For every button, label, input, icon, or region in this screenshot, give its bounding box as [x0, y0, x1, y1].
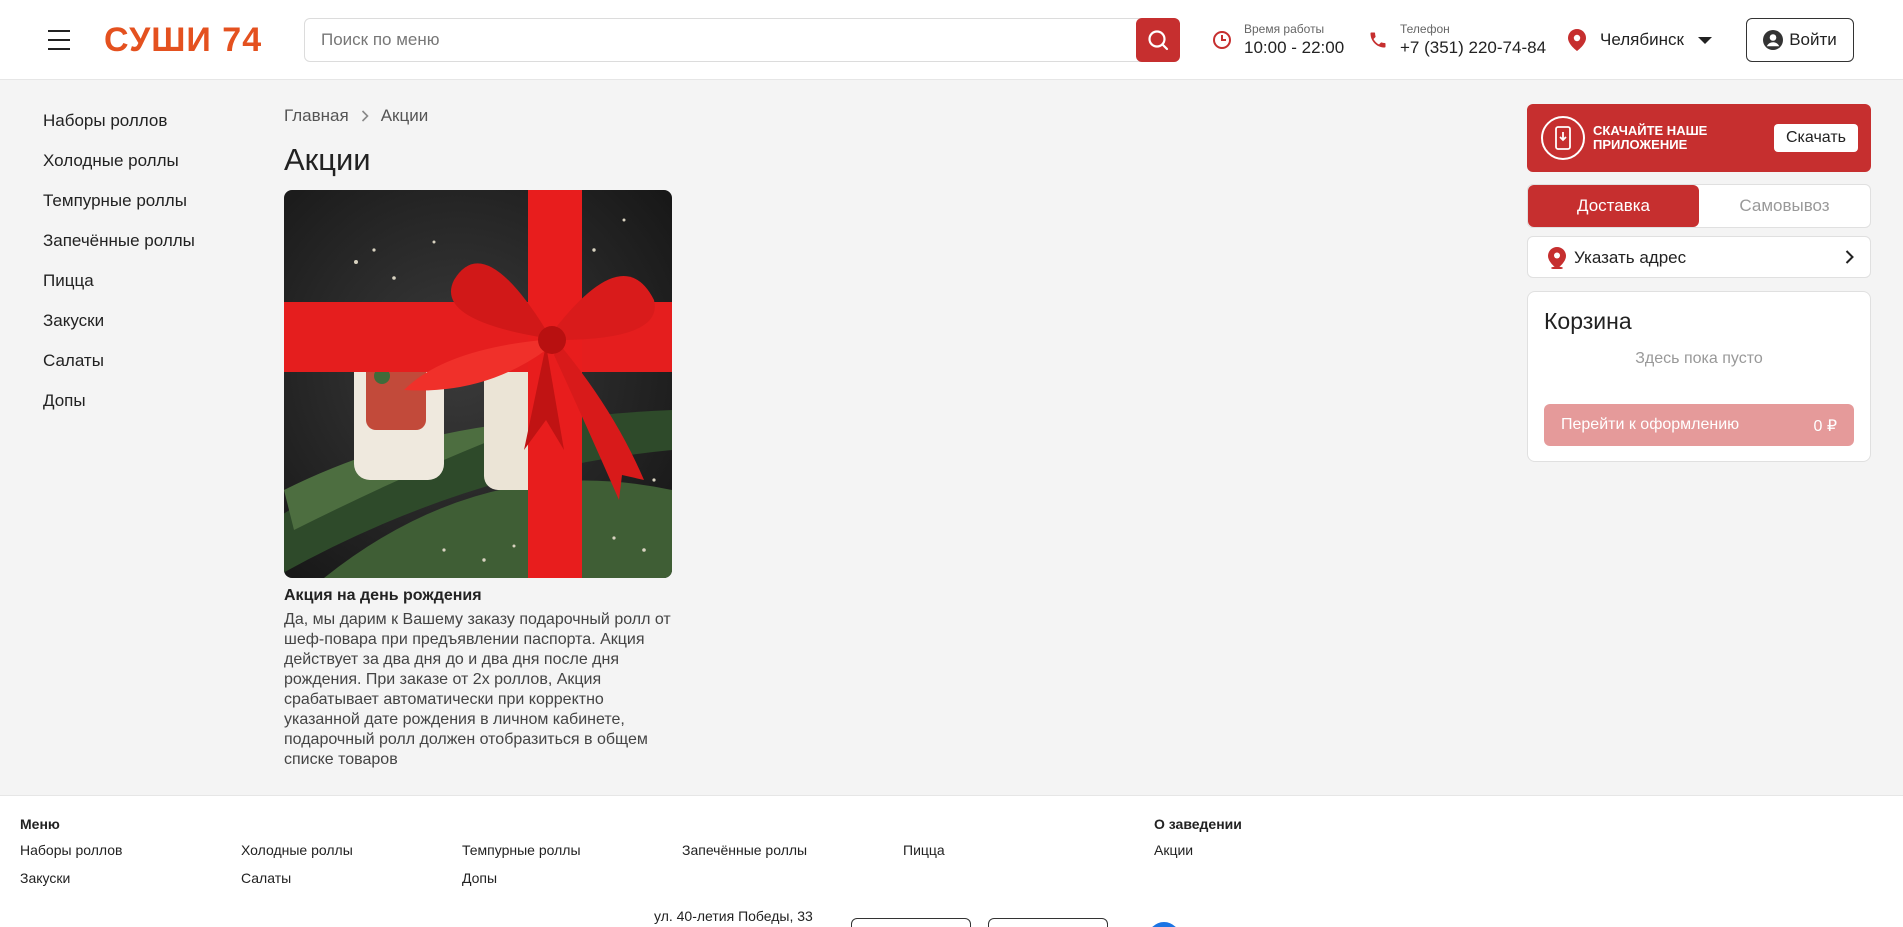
footer-address: ул. 40-летия Победы, 33	[654, 908, 813, 924]
promo-title: Акция на день рождения	[284, 587, 482, 604]
footer-link-extras[interactable]: Допы	[462, 870, 497, 886]
tab-pickup[interactable]: Самовывоз	[1699, 185, 1870, 227]
sidebar-item-extras[interactable]: Допы	[43, 390, 195, 430]
order-type-tabs: Доставка Самовывоз	[1527, 184, 1871, 228]
sidebar-item-roll-sets[interactable]: Наборы роллов	[43, 110, 195, 150]
chevron-right-icon	[361, 110, 369, 122]
cart-total: 0 ₽	[1813, 418, 1837, 435]
chevron-right-icon	[1845, 250, 1854, 264]
checkout-label: Перейти к оформлению	[1561, 416, 1740, 433]
city-name: Челябинск	[1600, 30, 1684, 49]
phone-label: Телефон	[1400, 22, 1450, 36]
cart-empty-message: Здесь пока пусто	[1635, 350, 1763, 367]
breadcrumb: Главная Акции	[284, 106, 428, 126]
footer-link-promotions[interactable]: Акции	[1154, 842, 1193, 858]
breadcrumb-home[interactable]: Главная	[284, 106, 349, 126]
promo-image[interactable]	[284, 190, 672, 578]
page-title: Акции	[284, 142, 371, 177]
site-footer: Меню Наборы роллов Холодные роллы Темпур…	[0, 795, 1903, 927]
address-label: Указать адрес	[1574, 248, 1687, 267]
site-logo[interactable]: СУШИ 74	[104, 18, 262, 62]
sidebar-item-baked-rolls[interactable]: Запечённые роллы	[43, 230, 195, 270]
tab-delivery[interactable]: Доставка	[1528, 185, 1699, 227]
cart-title: Корзина	[1544, 308, 1632, 334]
location-pin-icon	[1548, 247, 1566, 269]
search-button[interactable]	[1136, 18, 1180, 62]
footer-link-cold-rolls[interactable]: Холодные роллы	[241, 842, 353, 858]
footer-link-tempura-rolls[interactable]: Темпурные роллы	[462, 842, 581, 858]
search-box	[304, 18, 1180, 62]
sidebar-item-snacks[interactable]: Закуски	[43, 310, 195, 350]
work-hours-label: Время работы	[1244, 22, 1325, 36]
location-pin-icon	[1568, 29, 1586, 51]
work-hours-value: 10:00 - 22:00	[1244, 38, 1345, 57]
breadcrumb-current: Акции	[380, 106, 429, 125]
address-selector[interactable]: Указать адрес	[1527, 236, 1871, 278]
social-link-icon[interactable]	[1148, 922, 1180, 927]
caret-down-icon	[1697, 36, 1712, 44]
footer-link-salads[interactable]: Салаты	[241, 870, 291, 886]
sidebar-item-tempura-rolls[interactable]: Темпурные роллы	[43, 190, 195, 230]
search-icon	[1148, 30, 1169, 51]
city-selector[interactable]: Челябинск	[1568, 28, 1712, 52]
cart-panel: Корзина Здесь пока пусто Перейти к оформ…	[1527, 291, 1871, 462]
app-download-button[interactable]: Скачать	[1774, 124, 1858, 152]
hamburger-menu-icon[interactable]	[48, 30, 70, 50]
promo-description: Да, мы дарим к Вашему заказу подарочный …	[284, 611, 671, 768]
footer-link-pizza[interactable]: Пицца	[903, 842, 945, 858]
login-label: Войти	[1789, 30, 1837, 49]
sidebar-item-pizza[interactable]: Пицца	[43, 270, 195, 310]
footer-link-roll-sets[interactable]: Наборы роллов	[20, 842, 122, 858]
google-play-button[interactable]	[988, 918, 1108, 927]
app-banner-text: Скачайте наше приложение	[1593, 123, 1708, 152]
phone-icon	[1370, 32, 1386, 48]
footer-link-baked-rolls[interactable]: Запечённые роллы	[682, 842, 807, 858]
mobile-app-icon	[1541, 116, 1585, 160]
footer-menu-heading: Меню	[20, 816, 60, 832]
site-header: СУШИ 74 Время работы 10:00 - 22:00 Телеф…	[0, 0, 1903, 80]
login-button[interactable]: Войти	[1746, 18, 1854, 62]
sidebar-menu: Наборы роллов Холодные роллы Темпурные р…	[43, 110, 195, 430]
sidebar-item-salads[interactable]: Салаты	[43, 350, 195, 390]
phone-number[interactable]: +7 (351) 220-74-84	[1400, 38, 1546, 58]
app-store-button[interactable]	[851, 918, 971, 927]
clock-icon	[1213, 31, 1231, 49]
checkout-button[interactable]: Перейти к оформлению 0 ₽	[1544, 404, 1854, 446]
footer-link-snacks[interactable]: Закуски	[20, 870, 70, 886]
gift-sushi-image	[284, 190, 672, 578]
footer-about-heading: О заведении	[1154, 816, 1242, 832]
sidebar-item-cold-rolls[interactable]: Холодные роллы	[43, 150, 195, 190]
app-download-banner: Скачайте наше приложение Скачать	[1527, 104, 1871, 172]
user-icon	[1763, 30, 1784, 50]
search-input[interactable]	[321, 19, 1121, 61]
